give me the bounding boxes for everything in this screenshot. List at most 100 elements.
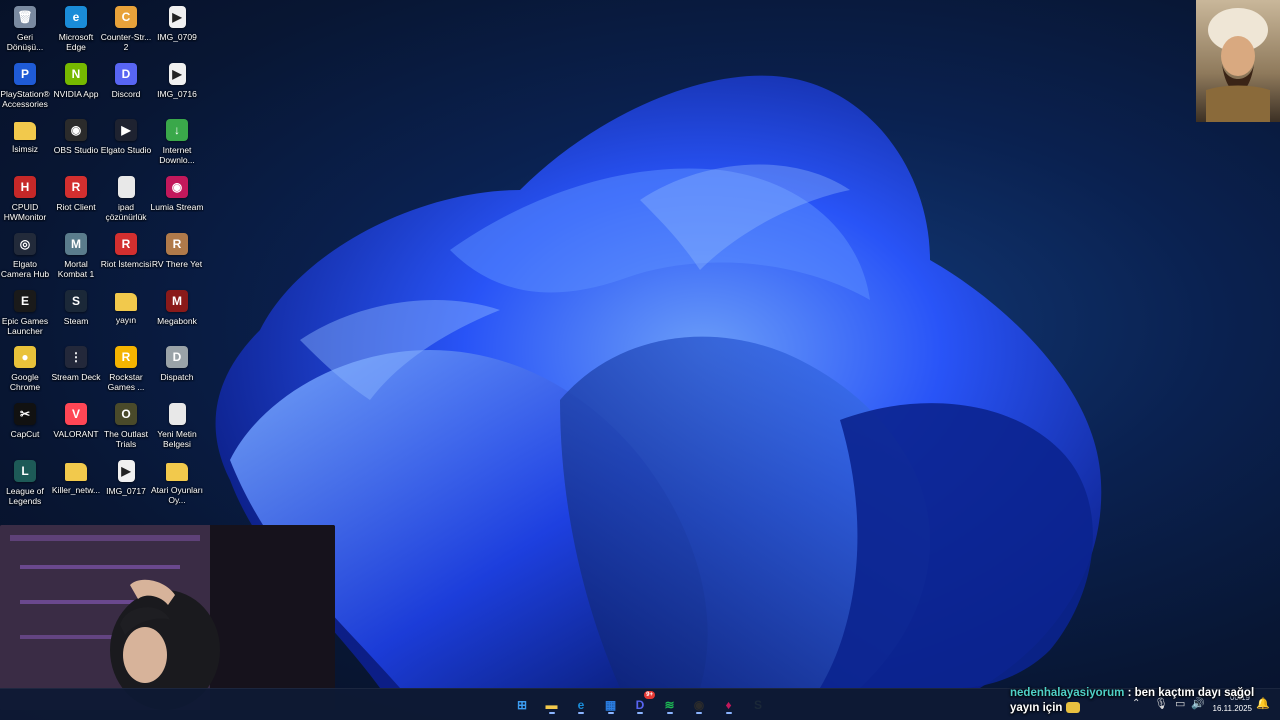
desktop-icon[interactable]: O The Outlast Trials xyxy=(101,397,151,453)
taskbar-store[interactable]: ▦ xyxy=(600,694,622,716)
running-indicator xyxy=(666,712,673,714)
desktop-icon[interactable]: Killer_netw... xyxy=(51,454,101,510)
desktop-icon[interactable]: ▶ IMG_0716 xyxy=(152,57,202,113)
taskbar-obs[interactable]: ◉ xyxy=(688,694,710,716)
desktop-icon-label: yayın xyxy=(115,314,137,325)
desktop-icon[interactable]: ● Google Chrome xyxy=(0,340,50,396)
desktop-icon[interactable]: H CPUID HWMonitor xyxy=(0,170,50,226)
desktop-icon[interactable]: M Megabonk xyxy=(152,284,202,340)
desktop-icon-label: Google Chrome xyxy=(9,372,41,393)
desktop-icon-label: CPUID HWMonitor xyxy=(3,202,47,223)
desktop-icon[interactable]: İsimsiz xyxy=(0,113,50,169)
streamer-avatar-overlay xyxy=(1196,0,1280,122)
desktop-icon[interactable]: R RV There Yet xyxy=(152,227,202,283)
running-indicator xyxy=(696,712,702,714)
desktop-icon[interactable]: R Rockstar Games ... xyxy=(101,340,151,396)
video-file-icon: ▶ xyxy=(168,62,186,85)
elgato-studio-icon: ▶ xyxy=(115,119,137,142)
desktop-icon-label: Riot Client xyxy=(56,202,96,213)
discord-icon: D xyxy=(115,62,137,85)
desktop-icon[interactable]: ✂ CapCut xyxy=(0,397,50,453)
folder-icon xyxy=(14,122,36,141)
desktop-icon-label: The Outlast Trials xyxy=(104,428,148,449)
desktop-icon-label: Riot İstemcisi xyxy=(100,258,152,269)
taskbar-steam[interactable]: S xyxy=(747,694,769,716)
desktop-icon-label: Dispatch xyxy=(160,372,194,383)
desktop-icon[interactable]: e Microsoft Edge xyxy=(51,0,101,56)
desktop-icon-label: ipad çözünürlük xyxy=(105,202,147,223)
folder-icon: ▬ xyxy=(545,698,558,712)
rv-there-yet-icon: R xyxy=(166,232,188,255)
capcut-icon: ✂ xyxy=(14,402,36,425)
desktop-icon[interactable]: E Epic Games Launcher xyxy=(0,284,50,340)
spotify-icon: ≋ xyxy=(664,698,675,712)
camera-hub-icon: ◎ xyxy=(14,232,36,255)
recycle-bin-icon: 🗑 xyxy=(14,6,36,28)
taskbar-discord[interactable]: D 9+ xyxy=(629,691,655,716)
desktop-icon[interactable]: ▶ Elgato Studio xyxy=(101,113,151,169)
megabonk-icon: M xyxy=(166,289,188,312)
text-file-icon xyxy=(168,402,186,425)
desktop-icon[interactable]: ▶ IMG_0717 xyxy=(101,454,151,510)
desktop-icon-label: Elgato Studio xyxy=(100,145,152,156)
running-indicator xyxy=(725,712,732,714)
obs-icon: ◉ xyxy=(65,119,87,142)
taskbar-lumia[interactable]: ♦ xyxy=(718,694,740,716)
desktop-icon[interactable]: P PlayStation® Accessories xyxy=(0,57,50,113)
desktop-icon[interactable]: Yeni Metin Belgesi xyxy=(152,397,202,453)
desktop-icon[interactable]: V VALORANT xyxy=(51,397,101,453)
desktop-icon-label: Epic Games Launcher xyxy=(1,315,49,336)
taskbar-spotify[interactable]: ≋ xyxy=(659,694,681,716)
desktop-icon-label: Yeni Metin Belgesi xyxy=(157,428,197,449)
desktop-icon[interactable]: R Riot Client xyxy=(51,170,101,226)
notification-badge: 9+ xyxy=(644,691,655,699)
outlast-icon: O xyxy=(115,402,137,425)
desktop-icon-label: Counter-Str... 2 xyxy=(100,32,152,52)
desktop-icon[interactable]: C Counter-Str... 2 xyxy=(101,0,151,56)
hwmonitor-icon: H xyxy=(14,176,36,199)
desktop-icon-label: Discord xyxy=(111,88,141,99)
start-button[interactable]: ⊞ xyxy=(511,694,533,716)
desktop-icon-label: Killer_netw... xyxy=(51,484,101,495)
desktop-icon[interactable]: D Dispatch xyxy=(152,340,202,396)
desktop-icon[interactable]: S Steam xyxy=(51,284,101,340)
desktop-icon[interactable]: ⋮ Stream Deck xyxy=(51,340,101,396)
desktop-icon[interactable]: ▶ IMG_0709 xyxy=(152,0,202,56)
desktop-icon-label: IMG_0716 xyxy=(157,88,197,99)
folder-icon xyxy=(166,462,188,481)
desktop-icon[interactable]: yayın xyxy=(101,284,151,340)
stream-deck-icon: ⋮ xyxy=(65,346,87,369)
riot-client-icon: R xyxy=(115,232,137,255)
desktop-icon-label: RV There Yet xyxy=(151,258,203,269)
desktop-icon[interactable]: L League of Legends xyxy=(0,454,50,510)
emote-icon xyxy=(1065,702,1080,714)
desktop-icon-label: Atari Oyunları Oy... xyxy=(151,484,203,505)
dispatch-icon: D xyxy=(166,346,188,369)
chrome-icon: ● xyxy=(14,346,36,369)
desktop-icon[interactable]: ◎ Elgato Camera Hub xyxy=(0,227,50,283)
playstation-icon: P xyxy=(14,62,36,85)
desktop-icon[interactable]: ↓ Internet Downlo... xyxy=(152,113,202,169)
idm-icon: ↓ xyxy=(166,119,188,142)
desktop-icon[interactable]: ◉ OBS Studio xyxy=(51,113,101,169)
desktop-icon[interactable]: ◉ Lumia Stream xyxy=(150,170,204,226)
desktop-icon-label: League of Legends xyxy=(6,485,44,506)
desktop-icon-label: NVIDIA App xyxy=(53,88,99,99)
league-icon: L xyxy=(14,459,36,482)
desktop-icon[interactable]: ipad çözünürlük xyxy=(101,170,151,226)
desktop-icon-label: Lumia Stream xyxy=(150,202,204,213)
desktop-icon[interactable]: N NVIDIA App xyxy=(51,57,101,113)
desktop-icon[interactable]: D Discord xyxy=(101,57,151,113)
desktop-icon[interactable]: R Riot İstemcisi xyxy=(101,227,151,283)
desktop-icon[interactable]: 🗑 Geri Dönüşü... xyxy=(0,0,50,56)
taskbar-file-explorer[interactable]: ▬ xyxy=(541,694,563,716)
desktop-icon-label: IMG_0717 xyxy=(106,485,146,496)
desktop-icon-label: Microsoft Edge xyxy=(58,32,94,52)
desktop-icon[interactable]: M Mortal Kombat 1 xyxy=(51,227,101,283)
desktop-icon-label: Megabonk xyxy=(157,315,197,326)
rockstar-icon: R xyxy=(115,346,137,369)
desktop-icon[interactable]: Atari Oyunları Oy... xyxy=(151,454,203,510)
desktop-icon-label: Stream Deck xyxy=(51,372,101,383)
video-file-icon: ▶ xyxy=(168,6,186,28)
taskbar-edge[interactable]: e xyxy=(570,694,592,716)
